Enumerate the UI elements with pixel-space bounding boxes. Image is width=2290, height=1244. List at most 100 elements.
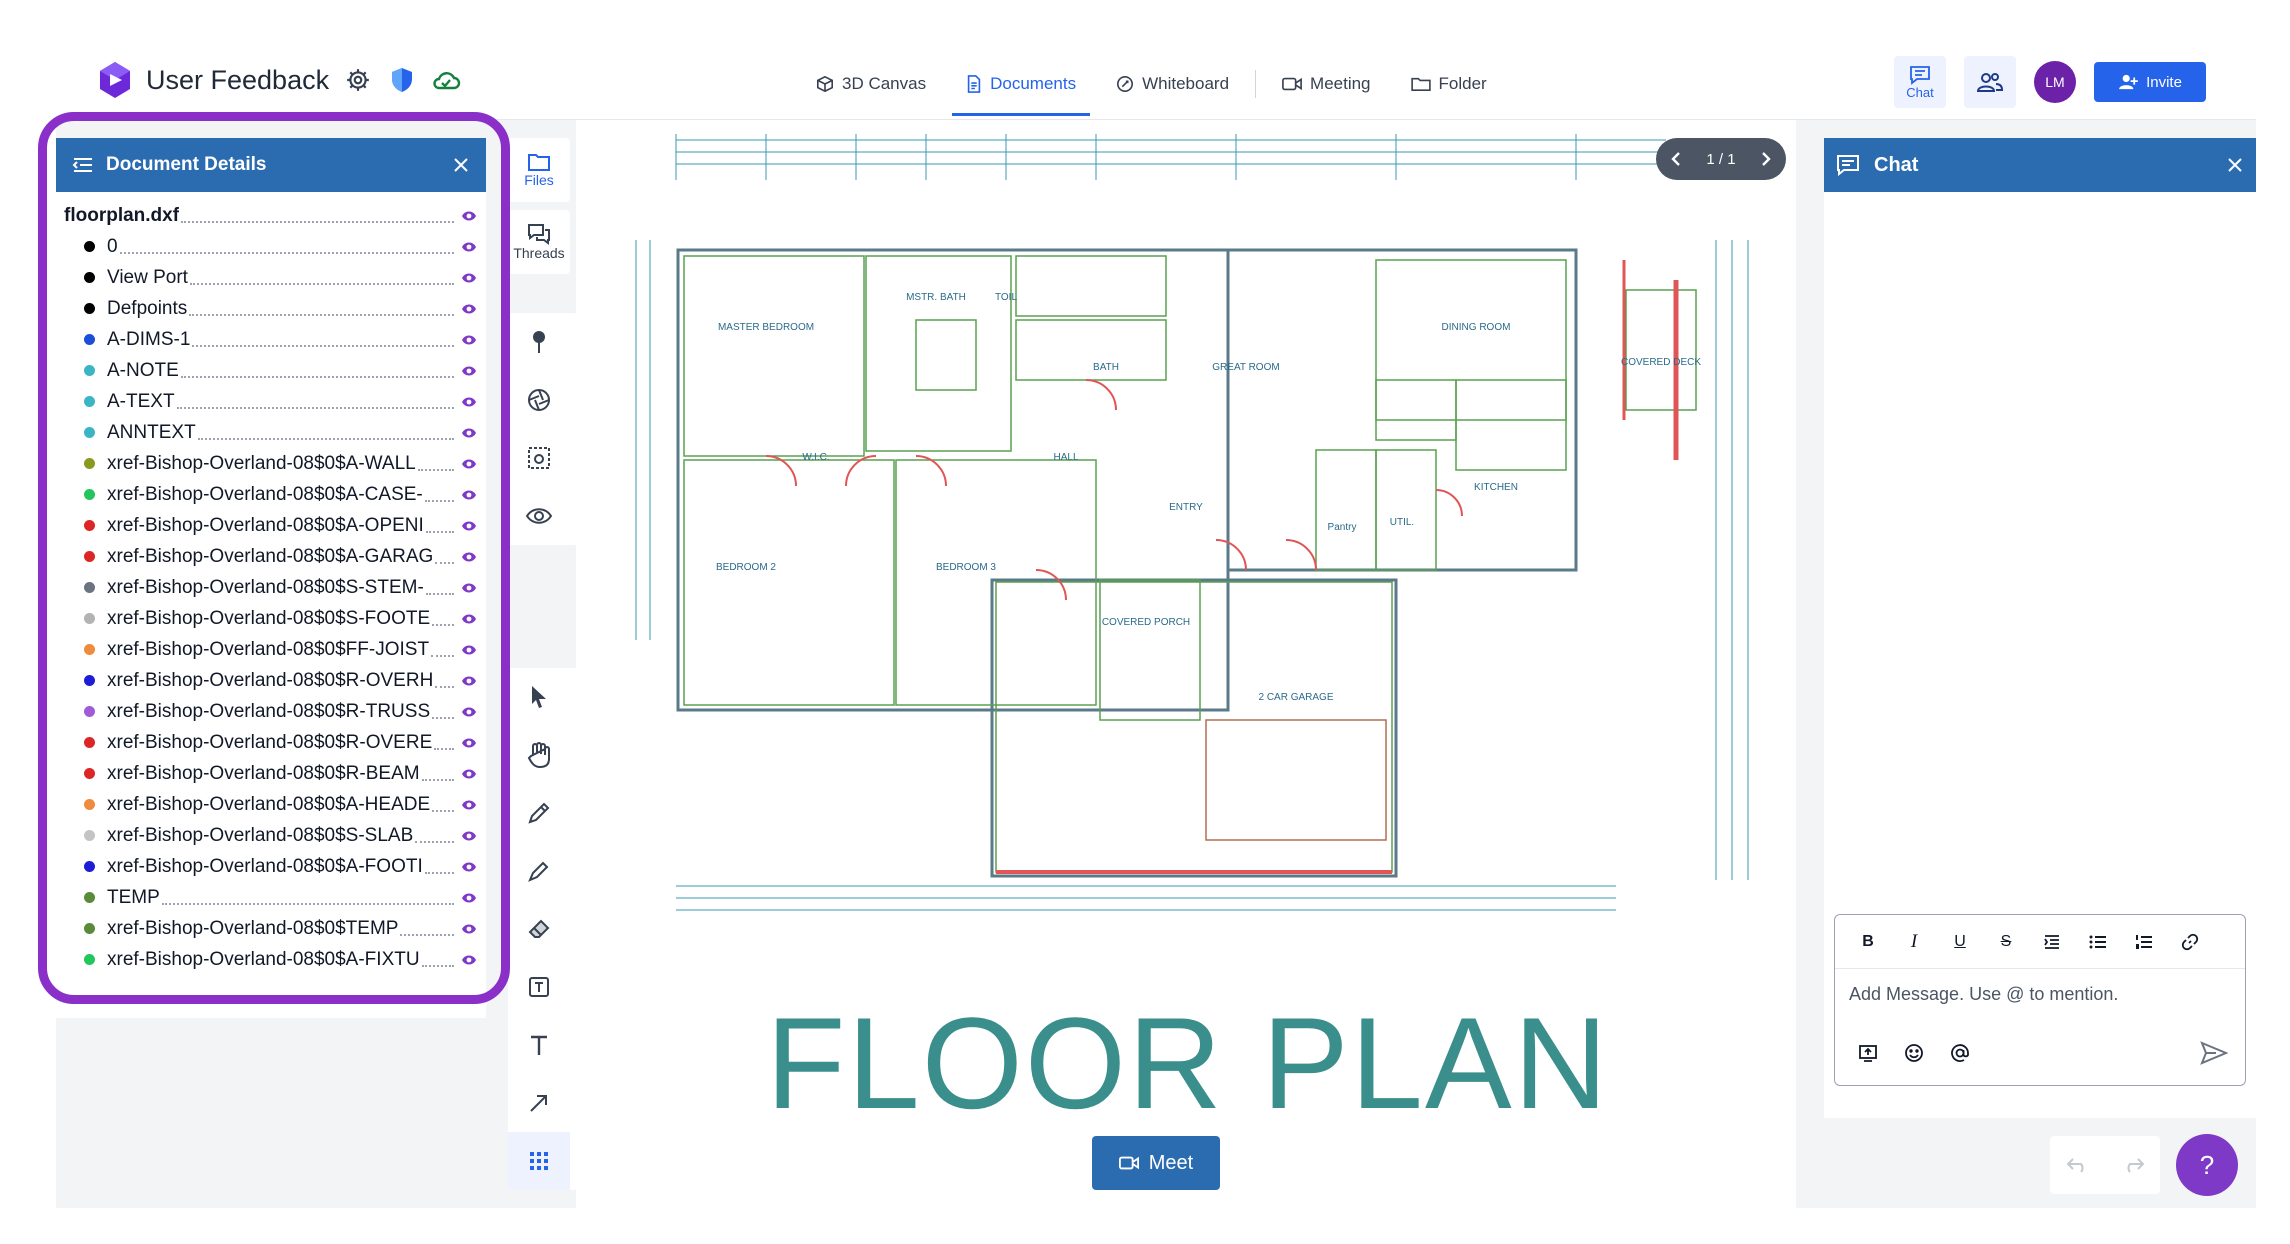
layer-row[interactable]: xref-Bishop-Overland-08$0$A-OPENI [64,510,478,541]
close-icon[interactable] [2226,156,2244,174]
layer-row[interactable]: xref-Bishop-Overland-08$0$TEMP [64,913,478,944]
layer-row[interactable]: xref-Bishop-Overland-08$0$FF-JOIST [64,634,478,665]
more-tools-button[interactable] [508,1132,570,1190]
layer-row[interactable]: xref-Bishop-Overland-08$0$R-OVERE [64,727,478,758]
eye-icon[interactable] [460,675,478,687]
redo-icon[interactable] [2121,1156,2145,1174]
close-icon[interactable] [452,156,470,174]
bullet-list-button[interactable] [2075,922,2121,962]
meet-button[interactable]: Meet [1092,1136,1220,1190]
eraser-tool[interactable] [508,900,570,958]
cloud-sync-icon[interactable] [431,65,461,95]
chevron-right-icon[interactable] [1760,151,1772,167]
eye-icon[interactable] [460,334,478,346]
threads-button[interactable]: Threads [508,210,570,274]
chevron-left-icon[interactable] [1670,151,1682,167]
settings-gear-icon[interactable] [343,65,373,95]
eye-icon[interactable] [460,489,478,501]
visibility-tool[interactable] [508,487,570,545]
eye-icon[interactable] [460,892,478,904]
eye-icon[interactable] [460,241,478,253]
layer-row[interactable]: xref-Bishop-Overland-08$0$A-WALL [64,448,478,479]
eye-icon[interactable] [460,737,478,749]
tab-whiteboard[interactable]: Whiteboard [1096,48,1249,120]
layer-row[interactable]: xref-Bishop-Overland-08$0$R-TRUSS [64,696,478,727]
eye-icon[interactable] [460,644,478,656]
layer-row[interactable]: A-TEXT [64,386,478,417]
eye-icon[interactable] [460,458,478,470]
eye-icon[interactable] [460,861,478,873]
layer-row[interactable]: xref-Bishop-Overland-08$0$R-OVERH [64,665,478,696]
indent-button[interactable] [2029,922,2075,962]
eye-icon[interactable] [460,582,478,594]
underline-button[interactable]: U [1937,922,1983,962]
eye-icon[interactable] [460,923,478,935]
floor-plan-drawing[interactable]: MASTER BEDROOM MSTR. BATH TOIL BATH GREA… [616,120,1776,920]
emoji-button[interactable] [1891,1033,1937,1073]
user-avatar[interactable]: LM [2034,61,2076,103]
italic-button[interactable]: I [1891,922,1937,962]
undo-icon[interactable] [2066,1156,2090,1174]
eye-icon[interactable] [460,520,478,532]
layer-row[interactable]: A-NOTE [64,355,478,386]
capture-tool[interactable] [508,429,570,487]
layer-root-row[interactable]: floorplan.dxf [64,200,478,231]
shield-icon[interactable] [387,65,417,95]
eye-icon[interactable] [460,551,478,563]
layer-row[interactable]: xref-Bishop-Overland-08$0$A-HEADE [64,789,478,820]
eye-icon[interactable] [460,613,478,625]
pin-tool[interactable] [508,313,570,371]
eye-icon[interactable] [460,365,478,377]
layer-row[interactable]: xref-Bishop-Overland-08$0$A-FIXTU [64,944,478,975]
layer-row[interactable]: xref-Bishop-Overland-08$0$A-GARAG [64,541,478,572]
eye-icon[interactable] [460,768,478,780]
layer-row[interactable]: ANNTEXT [64,417,478,448]
layer-row[interactable]: A-DIMS-1 [64,324,478,355]
eye-icon[interactable] [460,396,478,408]
eye-icon[interactable] [460,799,478,811]
layer-row[interactable]: 0 [64,231,478,262]
textbox-tool[interactable] [508,958,570,1016]
invite-button[interactable]: Invite [2094,62,2206,102]
mention-button[interactable] [1937,1033,1983,1073]
eye-icon[interactable] [460,830,478,842]
message-input[interactable] [1849,979,2229,1009]
highlighter-tool[interactable] [508,842,570,900]
pan-tool[interactable] [508,726,570,784]
collapse-menu-icon[interactable] [72,156,94,174]
layer-row[interactable]: TEMP [64,882,478,913]
layer-row[interactable]: Defpoints [64,293,478,324]
strikethrough-button[interactable]: S [1983,922,2029,962]
tab-meeting[interactable]: Meeting [1262,48,1390,120]
layer-row[interactable]: View Port [64,262,478,293]
help-button[interactable]: ? [2176,1134,2238,1196]
tab-folder[interactable]: Folder [1391,48,1507,120]
layer-row[interactable]: xref-Bishop-Overland-08$0$R-BEAM [64,758,478,789]
select-tool[interactable] [508,668,570,726]
eye-icon[interactable] [460,427,478,439]
layer-row[interactable]: xref-Bishop-Overland-08$0$A-FOOTI [64,851,478,882]
arrow-tool[interactable] [508,1074,570,1132]
layer-row[interactable]: xref-Bishop-Overland-08$0$S-FOOTE [64,603,478,634]
aperture-tool[interactable] [508,371,570,429]
pencil-tool[interactable] [508,784,570,842]
eye-icon[interactable] [460,706,478,718]
attach-button[interactable] [1845,1033,1891,1073]
text-tool[interactable] [508,1016,570,1074]
link-button[interactable] [2167,922,2213,962]
tab-3d-canvas[interactable]: 3D Canvas [796,48,946,120]
files-button[interactable]: Files [508,138,570,202]
bold-button[interactable]: B [1845,922,1891,962]
layer-row[interactable]: xref-Bishop-Overland-08$0$A-CASE- [64,479,478,510]
eye-icon[interactable] [460,210,478,222]
participants-button[interactable] [1964,56,2016,108]
eye-icon[interactable] [460,303,478,315]
chat-toggle-button[interactable]: Chat [1894,56,1946,108]
numbered-list-button[interactable] [2121,922,2167,962]
layer-row[interactable]: xref-Bishop-Overland-08$0$S-STEM- [64,572,478,603]
eye-icon[interactable] [460,954,478,966]
eye-icon[interactable] [460,272,478,284]
layer-row[interactable]: xref-Bishop-Overland-08$0$S-SLAB [64,820,478,851]
tab-documents[interactable]: Documents [946,48,1096,120]
send-button[interactable] [2191,1033,2237,1073]
